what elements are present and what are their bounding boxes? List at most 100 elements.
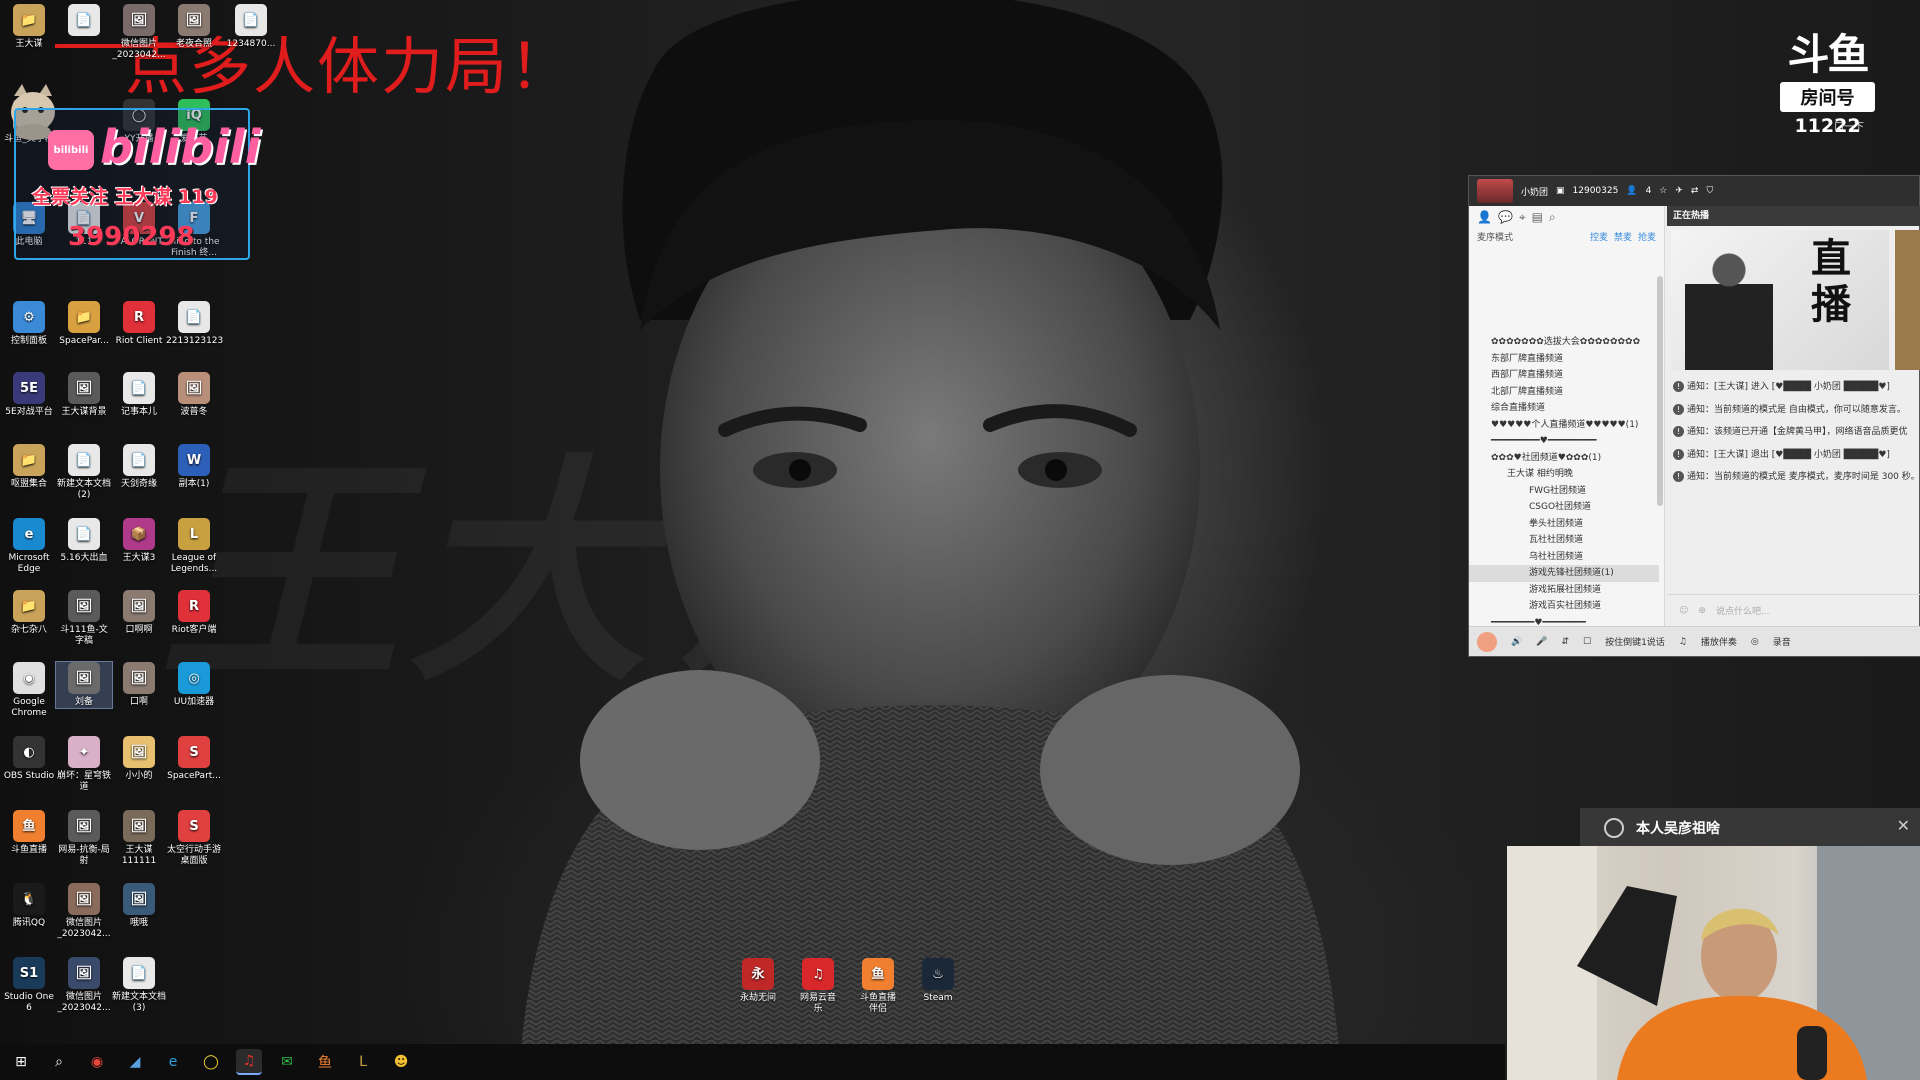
desktop-icon[interactable]: R Riot客户端: [166, 590, 222, 636]
yy-mode-select[interactable]: 麦序模式: [1477, 230, 1513, 243]
league-icon[interactable]: L: [350, 1049, 376, 1075]
accompaniment-label[interactable]: 播放伴奏: [1701, 635, 1737, 648]
desktop-icon[interactable]: 📄 天剑奇缘: [111, 444, 167, 490]
desktop-icon[interactable]: e Microsoft Edge: [1, 518, 57, 575]
chat-icon[interactable]: 💬: [1498, 210, 1513, 224]
yy-channel-item[interactable]: ✿✿✿♥社团频道♥✿✿✿(1): [1469, 450, 1659, 467]
yy-channel-item[interactable]: 综合直播频道: [1469, 400, 1659, 417]
edge-icon[interactable]: e: [160, 1049, 186, 1075]
mic-icon[interactable]: 🎤: [1536, 637, 1547, 647]
desktop-icon[interactable]: 🖼 哦哦: [111, 883, 167, 929]
desktop-icon[interactable]: ⚙ 控制面板: [1, 301, 57, 347]
desktop-icon[interactable]: 📁 王大谋: [1, 4, 57, 50]
close-icon[interactable]: ✕: [1897, 816, 1910, 835]
yy-channel-item[interactable]: 游戏拓展社团频道: [1469, 582, 1659, 599]
dock-icon[interactable]: 鱼斗鱼直播伴侣: [856, 958, 900, 1015]
desktop-icon[interactable]: 🖼 微信图片_2023042...: [56, 957, 112, 1014]
desktop-icon[interactable]: 🖼 小小的: [111, 736, 167, 782]
contacts-icon[interactable]: 👤: [1477, 210, 1492, 224]
desktop-icon[interactable]: 📄 记事本儿: [111, 372, 167, 418]
yy-channel-item[interactable]: 拳头社团频道: [1469, 516, 1659, 533]
desktop-icon[interactable]: R Riot Client: [111, 301, 167, 347]
desktop-icon[interactable]: 5E 5E对战平台: [1, 372, 57, 418]
desktop-icon[interactable]: S1 Studio One 6: [1, 957, 57, 1014]
desktop-icon[interactable]: 🖼 网易-抗衡-局射: [56, 810, 112, 867]
star-icon[interactable]: ☆: [1659, 186, 1667, 196]
yy-channel-item[interactable]: 瓦社社团频道: [1469, 532, 1659, 549]
desktop-icon[interactable]: 鱼斗鱼直播: [1, 810, 57, 856]
volume-icon[interactable]: 🔊: [1511, 637, 1522, 647]
yy-channel-item[interactable]: 乌社社团频道: [1469, 549, 1659, 566]
yy-channel-avatar[interactable]: [1477, 179, 1513, 203]
yy-hot-banner[interactable]: 直播: [1671, 230, 1889, 370]
desktop-icon[interactable]: S SpacePart...: [166, 736, 222, 782]
desktop-icon[interactable]: L League of Legends...: [166, 518, 222, 575]
desktop-icon[interactable]: 📄 5.16大出血: [56, 518, 112, 564]
windows-start-icon[interactable]: ⊞: [8, 1049, 34, 1075]
share-icon[interactable]: ⇄: [1691, 186, 1699, 196]
yy-chat-input[interactable]: ☺ ⊕ 说点什么吧...: [1667, 594, 1920, 626]
desktop-icon[interactable]: S 太空行动手游桌面版: [166, 810, 222, 867]
desktop-icon[interactable]: 📦 王大谋3: [111, 518, 167, 564]
desktop-icon[interactable]: 📁 呕盟集合: [1, 444, 57, 490]
yy-scrollbar[interactable]: [1657, 276, 1663, 506]
desktop-icon[interactable]: ◉ Google Chrome: [1, 662, 57, 719]
desktop-icon[interactable]: 🖼 波普冬: [166, 372, 222, 418]
yy-channel-item[interactable]: 游戏先锋社团频道(1): [1469, 565, 1659, 582]
desktop-icon[interactable]: 🖼 王大谋背景: [56, 372, 112, 418]
yy-channel-item[interactable]: 游戏百实社团频道: [1469, 598, 1659, 615]
board-icon[interactable]: ▤: [1532, 210, 1543, 224]
search-icon[interactable]: ⌕: [1549, 210, 1556, 225]
wechat-icon[interactable]: ✉: [274, 1049, 300, 1075]
qq-icon[interactable]: ☻: [388, 1049, 414, 1075]
desktop-icon[interactable]: 🖼 微信图片_2023042...: [56, 883, 112, 940]
studio-one-icon[interactable]: ◢: [122, 1049, 148, 1075]
desktop-icon[interactable]: 🖼 口啊啊: [111, 590, 167, 636]
desktop-icon[interactable]: ◐ OBS Studio: [1, 736, 57, 782]
yy-channel-item[interactable]: FWG社团频道: [1469, 483, 1659, 500]
desktop-icon[interactable]: W 副本(1): [166, 444, 222, 490]
yy-icon[interactable]: ◯: [198, 1049, 224, 1075]
desktop-icon[interactable]: 📄: [56, 4, 112, 39]
desktop-icon[interactable]: 📁 SpacePar...: [56, 301, 112, 347]
music-icon[interactable]: ♫: [1679, 637, 1687, 647]
desktop-icon[interactable]: 📄 新建文本文档 (2): [56, 444, 112, 501]
gift-icon[interactable]: ⊕: [1698, 606, 1706, 616]
yy-link-control-mic[interactable]: 控麦: [1590, 230, 1608, 243]
yy-link-ban-mic[interactable]: 禁麦: [1614, 230, 1632, 243]
yy-link-grab-mic[interactable]: 抢麦: [1638, 230, 1656, 243]
shield-icon[interactable]: ⛉: [1706, 186, 1713, 196]
location-icon[interactable]: ⌖: [1519, 210, 1526, 225]
yy-channel-item[interactable]: ♥♥♥♥♥个人直播频道♥♥♥♥♥(1): [1469, 417, 1659, 434]
desktop-icon[interactable]: 🖼 斗111鱼-文字稿: [56, 590, 112, 647]
record-label[interactable]: 录音: [1773, 635, 1791, 648]
desktop-icon[interactable]: 🖼 老夜合照: [166, 4, 222, 50]
search-icon[interactable]: ⌕: [46, 1049, 72, 1075]
dock-icon[interactable]: ♫ 网易云音乐: [796, 958, 840, 1015]
desktop-icon[interactable]: 🖼 王大谋111111: [111, 810, 167, 867]
dock-icon[interactable]: 永永劫无间: [736, 958, 780, 1015]
yy-user-avatar[interactable]: [1477, 631, 1497, 652]
chrome-icon[interactable]: ◉: [84, 1049, 110, 1075]
desktop-icon[interactable]: 📄 1234870...: [223, 4, 279, 50]
desktop-icon[interactable]: 📄 2213123123: [166, 301, 223, 347]
yy-channel-item[interactable]: CSGO社团频道: [1469, 499, 1659, 516]
yy-channel-item[interactable]: 东部厂牌直播频道: [1469, 351, 1659, 368]
yy-channel-item[interactable]: 王大谋 相约明晚: [1469, 466, 1659, 483]
desktop-icon[interactable]: 🐧 腾讯QQ: [1, 883, 57, 929]
yy-channel-item[interactable]: ━━━━━━━━━♥━━━━━━━━━: [1469, 433, 1659, 450]
desktop-icon[interactable]: ✦ 崩坏：星穹铁道: [56, 736, 112, 793]
yy-channel-item[interactable]: 北部厂牌直播频道: [1469, 384, 1659, 401]
desktop-icon[interactable]: 🖼 刘备: [55, 661, 113, 709]
yy-channel-item[interactable]: 西部厂牌直播频道: [1469, 367, 1659, 384]
desktop-icon[interactable]: ◎ UU加速器: [166, 662, 222, 708]
desktop-icon[interactable]: 📄 新建文本文档 (3): [111, 957, 167, 1014]
desktop-icon[interactable]: 🖼 口啊: [111, 662, 167, 708]
desktop-icon[interactable]: 🖼 微信图片_2023042...: [111, 4, 167, 61]
desktop-icon[interactable]: 📁 杂七杂八: [1, 590, 57, 636]
dock-icon[interactable]: ♨ Steam: [916, 958, 960, 1015]
yy-side-thumbnail[interactable]: [1895, 230, 1920, 370]
yy-channel-item[interactable]: ✿✿✿✿✿✿✿选拔大会✿✿✿✿✿✿✿✿: [1469, 334, 1659, 351]
netease-music-icon[interactable]: ♫: [236, 1049, 262, 1075]
mixer-icon[interactable]: ⇵: [1561, 637, 1569, 647]
